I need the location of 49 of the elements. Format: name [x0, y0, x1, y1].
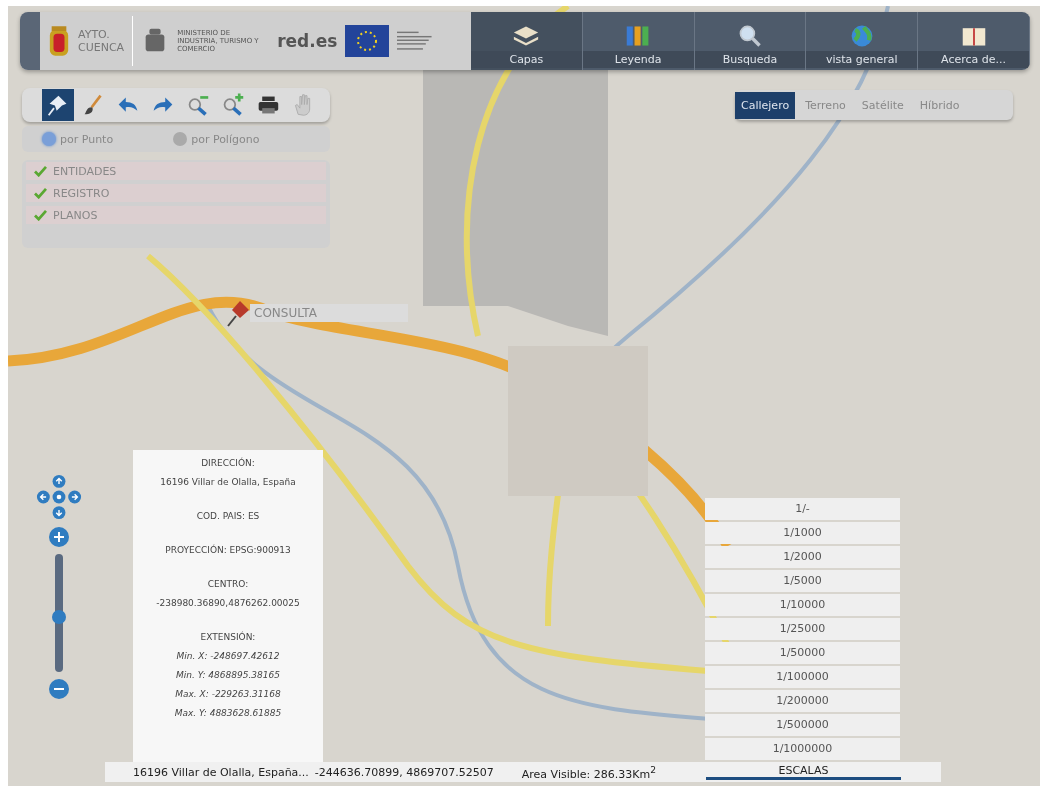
- text-lines-icon: [397, 30, 434, 52]
- zoom-slider[interactable]: [55, 554, 63, 672]
- info-text: Min. X: -248697.42612: [175, 650, 281, 663]
- scale-option[interactable]: 1/500000: [705, 714, 900, 736]
- tool-button[interactable]: [42, 89, 74, 121]
- coordinates-text: -244636.70899, 4869707.52507: [314, 765, 494, 779]
- nav-tab[interactable]: Leyenda: [582, 12, 695, 70]
- pan-arrows-icon: [36, 474, 82, 520]
- zoom-in-icon: [221, 93, 245, 117]
- zoom-out-icon: [186, 93, 210, 117]
- nav-tab[interactable]: Capas: [471, 12, 583, 70]
- scale-option[interactable]: 1/200000: [705, 690, 900, 712]
- scale-option[interactable]: 1/10000: [705, 594, 900, 616]
- scale-option[interactable]: 1/100000: [705, 666, 900, 688]
- nav-tab[interactable]: Acerca de...: [918, 12, 1030, 70]
- info-text: Max. X: -229263.31168: [174, 688, 282, 701]
- logo-text: AYTO.: [78, 28, 111, 41]
- scale-option[interactable]: 1/50000: [705, 642, 900, 664]
- info-text: COD. PAIS: ES: [195, 510, 261, 523]
- scale-option[interactable]: 1/5000: [705, 570, 900, 592]
- info-text: CENTRO:: [206, 578, 250, 591]
- pushpin-icon: [224, 298, 250, 328]
- shield-icon: [48, 24, 70, 58]
- info-text: Min. Y: 4868895.38165: [175, 669, 281, 682]
- scale-option[interactable]: 1/2000: [705, 546, 900, 568]
- address-text: 16196 Villar de Olalla, España...: [133, 765, 309, 779]
- nav-tab[interactable]: vista general: [806, 12, 919, 70]
- scale-option[interactable]: 1/-: [705, 498, 900, 520]
- flag-icon: [345, 25, 390, 57]
- map-type-tab[interactable]: Callejero: [735, 91, 796, 119]
- brand-text: red.es: [277, 31, 338, 51]
- logo-text: CUENCA: [78, 41, 125, 54]
- info-text: PROYECCIÓN: EPSG:900913: [164, 543, 292, 557]
- info-text: Max. Y: 4883628.61885: [173, 707, 283, 720]
- scale-option[interactable]: 1/1000000: [705, 738, 900, 760]
- zoom-out-icon: [48, 678, 70, 700]
- radio-button[interactable]: [173, 132, 188, 146]
- zoom-in-icon: [48, 526, 70, 548]
- scales-button[interactable]: ESCALAS: [706, 764, 901, 780]
- marker-label: CONSULTA: [250, 304, 408, 322]
- info-text: -238980.36890,4876262.00025: [155, 597, 301, 610]
- radio-button[interactable]: [42, 132, 56, 146]
- info-text: DIRECCIÓN:: [200, 456, 256, 470]
- info-text: 16196 Villar de Olalla, España: [159, 476, 297, 489]
- nav-tab[interactable]: Busqueda: [694, 12, 807, 70]
- scale-option[interactable]: 1/1000: [705, 522, 900, 544]
- scale-option[interactable]: 1/25000: [705, 618, 900, 640]
- visible-area-text: Area Visible: 286.33Km$^{2}$: [521, 763, 656, 781]
- info-text: EXTENSIÓN:: [199, 630, 257, 644]
